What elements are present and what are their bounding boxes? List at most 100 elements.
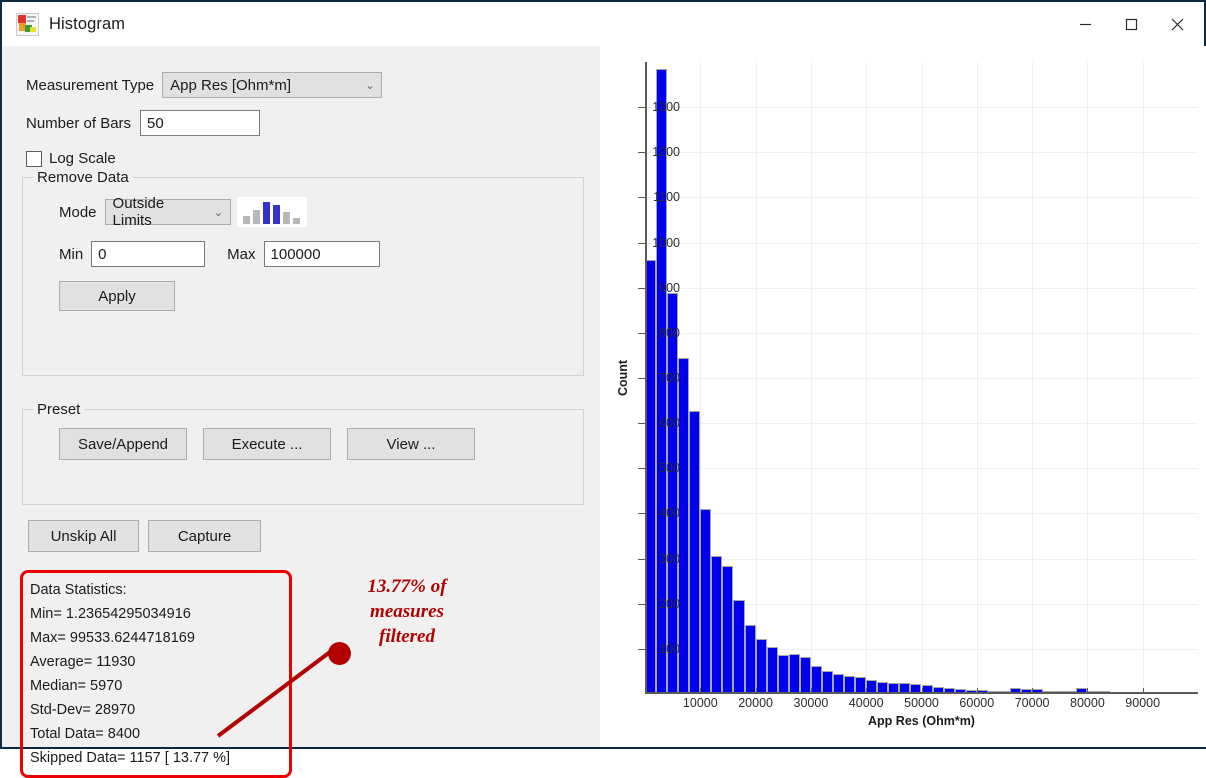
min-value: 0 xyxy=(98,245,107,263)
view-button[interactable]: View ... xyxy=(347,428,475,460)
log-scale-row[interactable]: Log Scale xyxy=(26,150,116,167)
x-axis-tick xyxy=(976,688,978,694)
maximize-button[interactable] xyxy=(1108,2,1154,46)
grid-line-vertical xyxy=(1032,62,1034,694)
y-axis-tick xyxy=(638,197,645,199)
grid-line-vertical xyxy=(1087,62,1089,694)
y-axis-tick xyxy=(638,378,645,379)
y-axis-tick-label: 400 xyxy=(659,506,680,521)
y-axis-tick xyxy=(638,648,645,650)
mode-label: Mode xyxy=(59,203,97,221)
x-axis-tick xyxy=(810,688,812,694)
grid-line-vertical xyxy=(810,62,812,694)
y-axis-tick xyxy=(638,558,645,560)
y-axis-tick xyxy=(638,603,645,605)
x-axis-tick xyxy=(700,688,702,694)
y-axis-tick-label: 1000 xyxy=(652,235,680,250)
preset-buttons: Save/Append Execute ... View ... xyxy=(59,428,475,460)
x-axis-tick-label: 40000 xyxy=(848,696,884,710)
max-value: 100000 xyxy=(270,245,321,263)
y-axis-tick-label: 300 xyxy=(659,551,680,566)
histogram-bar xyxy=(799,656,811,694)
y-axis-tick-label: 600 xyxy=(659,416,680,431)
mode-value: Outside Limits xyxy=(112,195,165,229)
histogram-bar xyxy=(821,671,833,694)
execute-label: Execute ... xyxy=(231,435,303,453)
y-axis-tick xyxy=(638,513,645,515)
histogram-bar xyxy=(711,555,723,694)
number-of-bars-row: Number of Bars 50 xyxy=(26,110,261,136)
window-controls xyxy=(1062,2,1200,46)
max-input[interactable]: 100000 xyxy=(263,241,380,267)
histogram-bar xyxy=(722,566,734,694)
plot-region: 100 200 300 400 500 600 700 800 900 1000 1100 1200 1… xyxy=(616,62,1198,728)
remove-data-group: Remove Data Mode Outside Limits ⌄ Min 0 … xyxy=(22,169,584,376)
chevron-down-icon: ⌄ xyxy=(365,79,375,92)
histogram-app-icon xyxy=(16,12,39,36)
x-axis-title: App Res (Ohm*m) xyxy=(868,714,975,728)
number-of-bars-label: Number of Bars xyxy=(26,114,132,132)
y-axis-tick-label: 800 xyxy=(659,325,680,340)
histogram-bar xyxy=(689,410,701,694)
x-axis-tick-label: 90000 xyxy=(1125,696,1161,710)
min-input[interactable]: 0 xyxy=(91,241,206,267)
minimize-button[interactable] xyxy=(1062,2,1108,46)
grid-line-vertical xyxy=(976,62,978,694)
measurement-type-label: Measurement Type xyxy=(26,76,155,94)
annotation-line-1: 13.77% of xyxy=(367,576,447,597)
y-axis-tick-label: 700 xyxy=(659,371,680,385)
x-axis-tick-label: 30000 xyxy=(793,696,829,710)
execute-button[interactable]: Execute ... xyxy=(203,428,331,460)
histogram-chart-panel: 100 200 300 400 500 600 700 800 900 1000 1100 1200 1… xyxy=(600,46,1206,747)
apply-label: Apply xyxy=(98,287,136,305)
close-button[interactable] xyxy=(1154,2,1200,46)
histogram-bar xyxy=(788,653,800,694)
annotation-line-3: filtered xyxy=(379,626,435,647)
histogram-window: Histogram Measurement Type App Res [Ohm*… xyxy=(0,0,1206,778)
y-axis-tick-label: 1100 xyxy=(653,190,680,205)
number-of-bars-input[interactable]: 50 xyxy=(140,110,261,136)
apply-button[interactable]: Apply xyxy=(59,281,175,311)
y-axis-tick xyxy=(638,242,645,244)
histogram-bar xyxy=(700,508,712,694)
max-label: Max xyxy=(227,245,256,263)
measurement-type-value: App Res [Ohm*m] xyxy=(170,76,291,94)
x-axis-tick-label: 80000 xyxy=(1070,696,1105,710)
x-axis-tick-label: 20000 xyxy=(738,696,773,710)
y-axis-tick-label: 200 xyxy=(659,596,680,611)
y-axis-tick xyxy=(638,152,645,154)
save-append-label: Save/Append xyxy=(77,435,169,453)
grid-line-vertical xyxy=(755,62,757,694)
y-axis-tick-label: 500 xyxy=(659,461,680,476)
histogram-bar xyxy=(744,624,756,694)
capture-button[interactable]: Capture xyxy=(148,520,261,552)
grid-line-vertical xyxy=(921,62,923,694)
preset-group: Preset Save/Append Execute ... View ... xyxy=(22,401,584,505)
y-axis-tick xyxy=(638,287,645,289)
unskip-all-button[interactable]: Unskip All xyxy=(28,520,139,552)
log-scale-checkbox[interactable] xyxy=(26,150,42,167)
measurement-type-select[interactable]: App Res [Ohm*m] ⌄ xyxy=(162,72,383,98)
x-axis-tick xyxy=(921,688,923,694)
min-max-row: Min 0 Max 100000 xyxy=(59,241,380,267)
controls-panel: Measurement Type App Res [Ohm*m] ⌄ Numbe… xyxy=(4,46,600,778)
y-axis-tick-label: 100 xyxy=(659,641,680,656)
y-axis-tick xyxy=(638,423,645,425)
number-of-bars-value: 50 xyxy=(147,114,164,132)
stats-line: Min= 1.23654295034916 xyxy=(30,606,191,622)
min-label: Min xyxy=(59,245,84,263)
save-append-button[interactable]: Save/Append xyxy=(59,428,187,460)
grid-line-vertical xyxy=(1142,62,1144,694)
mode-select[interactable]: Outside Limits ⌄ xyxy=(104,195,231,229)
histogram-preview-icon xyxy=(236,197,307,227)
x-axis-tick xyxy=(1142,688,1144,694)
y-axis-tick xyxy=(638,468,645,470)
measurement-type-row: Measurement Type App Res [Ohm*m] ⌄ xyxy=(26,72,383,98)
x-axis-labels: 10000 20000 30000 40000 50000 60000 70000 80000… xyxy=(645,696,1198,716)
histogram-bar xyxy=(810,666,822,694)
x-axis-tick xyxy=(755,688,757,694)
histogram-bar xyxy=(733,600,745,694)
log-scale-label: Log Scale xyxy=(49,150,116,167)
annotation-line-2: measures xyxy=(370,601,444,622)
histogram-bar xyxy=(766,646,778,694)
